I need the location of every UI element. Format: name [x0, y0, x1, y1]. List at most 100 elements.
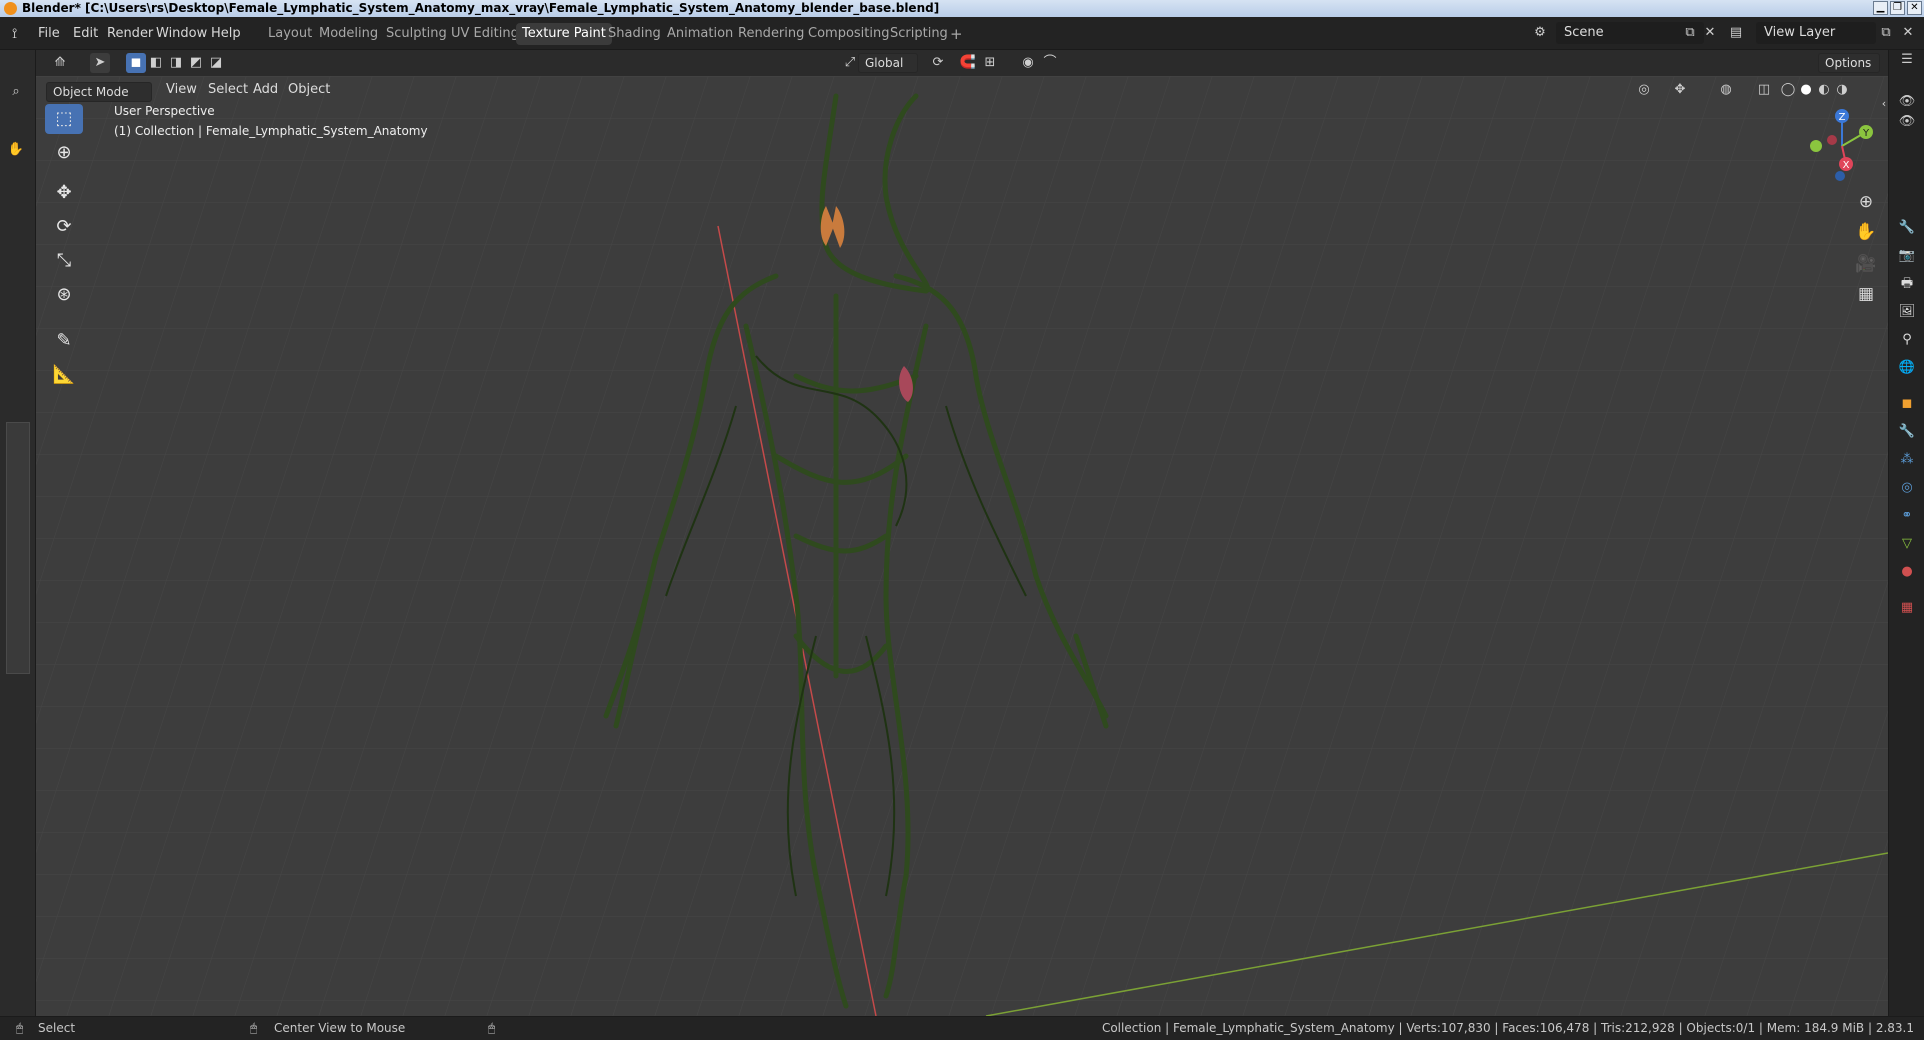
status-center-view: Center View to Mouse	[274, 1021, 406, 1035]
editor-menu-icon[interactable]: ☰	[1897, 50, 1917, 70]
particles-properties-icon[interactable]: ⁂	[1897, 450, 1917, 470]
select-mode-new-icon[interactable]: ◼	[126, 53, 146, 73]
constraints-properties-icon[interactable]: ⚭	[1897, 506, 1917, 526]
navigation-gizmo[interactable]: Z Y X	[1802, 106, 1882, 186]
menu-render[interactable]: Render	[107, 26, 153, 41]
object-mode-dropdown[interactable]: Object Mode	[46, 82, 152, 102]
texture-properties-icon[interactable]: ▦	[1897, 598, 1917, 618]
menu-help[interactable]: Help	[211, 26, 241, 41]
cursor-tool-icon[interactable]: ⊕	[45, 138, 83, 168]
new-view-layer-icon[interactable]: ⧉	[1876, 23, 1896, 43]
modifier-properties-icon[interactable]: 🔧	[1897, 422, 1917, 442]
delete-view-layer-icon[interactable]: ✕	[1898, 23, 1918, 43]
select-tool-dropdown-icon[interactable]: ⟰	[50, 53, 70, 73]
viewport-menu-object[interactable]: Object	[288, 82, 330, 97]
viewport-gizmo-icon[interactable]: ✥	[1670, 80, 1690, 100]
object-properties-icon[interactable]: ◼	[1897, 394, 1917, 414]
tab-compositing[interactable]: Compositing	[802, 23, 896, 45]
zoom-icon[interactable]: ⌕	[6, 82, 26, 102]
proportional-edit-icon[interactable]: ◉	[1018, 53, 1038, 73]
minimize-button[interactable]: ▁	[1873, 1, 1888, 15]
view-layer-icon[interactable]: ▤	[1726, 23, 1746, 43]
menu-edit[interactable]: Edit	[73, 26, 98, 41]
shading-solid-icon[interactable]: ●	[1796, 80, 1816, 100]
new-scene-icon[interactable]: ⧉	[1680, 23, 1700, 43]
status-select: Select	[38, 1021, 76, 1035]
scale-tool-icon[interactable]: ⤡	[45, 246, 83, 276]
blender-menu-icon[interactable]: ⟟	[12, 26, 17, 42]
add-workspace-button[interactable]: +	[944, 23, 969, 45]
menu-window[interactable]: Window	[156, 26, 207, 41]
sidebar-toggle-icon[interactable]: ‹	[1878, 90, 1888, 118]
3d-viewport[interactable]: Object Mode View Select Add Object ◎ ✥ ◍…	[36, 76, 1888, 1016]
viewport-menu-add[interactable]: Add	[253, 82, 278, 97]
delete-scene-icon[interactable]: ✕	[1700, 23, 1720, 43]
tab-shading[interactable]: Shading	[602, 23, 667, 45]
world-properties-icon[interactable]: 🌐	[1897, 358, 1917, 378]
pan-view-icon[interactable]: ✋	[1852, 218, 1880, 246]
gizmo-neg-z-axis	[1835, 171, 1845, 181]
tool-properties-icon[interactable]: 🔧	[1897, 218, 1917, 238]
left-side-tab[interactable]	[6, 422, 30, 674]
select-box-tool-icon[interactable]: ⬚	[45, 104, 83, 134]
zoom-view-icon[interactable]: ⊕	[1852, 188, 1880, 216]
tab-animation[interactable]: Animation	[661, 23, 739, 45]
hide-viewport-icon[interactable]: 👁	[1897, 92, 1917, 112]
proportional-falloff-icon[interactable]: ⌒	[1040, 53, 1060, 73]
output-properties-icon[interactable]: 🖶	[1897, 274, 1917, 294]
mouse-right-icon: 🖱	[488, 1021, 496, 1035]
select-mode-subtract-icon[interactable]: ◨	[166, 53, 186, 73]
active-tool-cursor-icon[interactable]: ➤	[90, 53, 110, 73]
view-layer-properties-icon[interactable]: 🖼	[1897, 302, 1917, 322]
hide-render-icon[interactable]: 👁	[1897, 112, 1917, 132]
tab-layout[interactable]: Layout	[262, 23, 318, 45]
select-mode-extend-icon[interactable]: ◧	[146, 53, 166, 73]
annotate-tool-icon[interactable]: ✎	[45, 326, 83, 356]
view-layer-field[interactable]: View Layer	[1756, 22, 1876, 44]
measure-tool-icon[interactable]: 📐	[45, 360, 83, 390]
options-dropdown[interactable]: Options	[1818, 53, 1880, 73]
tab-modeling[interactable]: Modeling	[313, 23, 384, 45]
viewport-menu-select[interactable]: Select	[208, 82, 248, 97]
snap-icon[interactable]: 🧲	[958, 53, 978, 73]
camera-view-icon[interactable]: 🎥	[1852, 250, 1880, 278]
select-mode-difference-icon[interactable]: ◩	[186, 53, 206, 73]
select-mode-intersect-icon[interactable]: ◪	[206, 53, 226, 73]
blender-window: Blender* [C:\Users\rs\Desktop\Female_Lym…	[0, 0, 1924, 1040]
snap-element-icon[interactable]: ⊞	[980, 53, 1000, 73]
material-properties-icon[interactable]: ●	[1897, 562, 1917, 582]
tab-sculpting[interactable]: Sculpting	[380, 23, 453, 45]
maximize-button[interactable]: ❐	[1890, 1, 1905, 15]
hand-icon[interactable]: ✋	[6, 140, 26, 160]
orientation-dropdown[interactable]: Global	[858, 53, 918, 73]
window-title: Blender* [C:\Users\rs\Desktop\Female_Lym…	[22, 1, 940, 15]
tab-texture-paint[interactable]: Texture Paint	[516, 23, 612, 45]
shading-material-icon[interactable]: ◐	[1814, 80, 1834, 100]
shading-rendered-icon[interactable]: ◑	[1832, 80, 1852, 100]
rotate-tool-icon[interactable]: ⟳	[45, 212, 83, 242]
properties-strip: ☰ 👁 👁 🔧 📷 🖶 🖼 ⚲ 🌐 ◼ 🔧 ⁂ ◎ ⚭ ▽ ● ▦	[1888, 50, 1924, 1022]
move-tool-icon[interactable]: ✥	[45, 178, 83, 208]
overlays-icon[interactable]: ◍	[1716, 80, 1736, 100]
data-properties-icon[interactable]: ▽	[1897, 534, 1917, 554]
blender-logo-icon	[4, 2, 17, 15]
close-window-button[interactable]: ✕	[1907, 1, 1922, 15]
tab-rendering[interactable]: Rendering	[732, 23, 810, 45]
transform-tool-icon[interactable]: ⊛	[45, 280, 83, 310]
object-visibility-icon[interactable]: ◎	[1634, 80, 1654, 100]
orthographic-toggle-icon[interactable]: ▦	[1852, 280, 1880, 308]
pivot-point-icon[interactable]: ⟳	[928, 53, 948, 73]
render-properties-icon[interactable]: 📷	[1897, 246, 1917, 266]
transform-orientation-icon[interactable]: ⤢	[840, 53, 860, 73]
viewport-canvas	[36, 76, 1888, 1016]
scene-properties-icon[interactable]: ⚲	[1897, 330, 1917, 350]
xray-icon[interactable]: ◫	[1754, 80, 1774, 100]
viewport-menu-view[interactable]: View	[166, 82, 197, 97]
gizmo-neg-x-axis	[1827, 135, 1837, 145]
menu-file[interactable]: File	[38, 26, 60, 41]
physics-properties-icon[interactable]: ◎	[1897, 478, 1917, 498]
gizmo-x-label: X	[1843, 160, 1850, 171]
scene-icon[interactable]: ⚙	[1530, 23, 1550, 43]
tab-uv-editing[interactable]: UV Editing	[445, 23, 525, 45]
shading-wireframe-icon[interactable]: ◯	[1778, 80, 1798, 100]
